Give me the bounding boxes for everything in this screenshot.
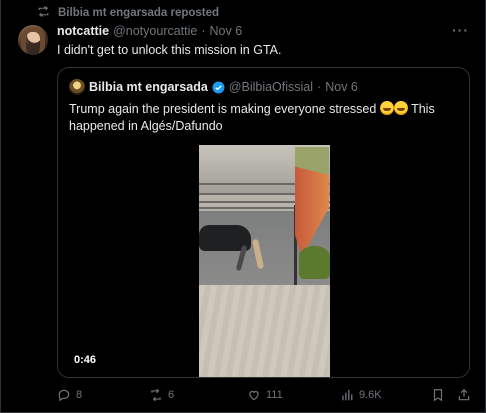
views-button[interactable]: 9.6K bbox=[340, 387, 382, 403]
repost-icon bbox=[37, 5, 50, 21]
video-frame[interactable] bbox=[199, 145, 330, 377]
bookmark-icon bbox=[433, 389, 443, 402]
quoted-tweet-header: Bilbia mt engarsada @BilbiaOfissial · No… bbox=[69, 79, 358, 95]
share-button[interactable] bbox=[457, 387, 471, 403]
verified-badge-icon bbox=[212, 81, 225, 93]
view-count: 9.6K bbox=[359, 389, 382, 401]
quoted-text-after-emoji: This bbox=[411, 102, 435, 116]
share-icon bbox=[458, 388, 470, 401]
rofl-emoji-icon bbox=[379, 101, 394, 115]
quoted-separator: · bbox=[317, 80, 322, 94]
reply-button[interactable]: 8 bbox=[57, 387, 82, 403]
rofl-emoji-icon bbox=[393, 101, 408, 115]
tweet-text: I didn't get to unlock this mission in G… bbox=[57, 43, 282, 57]
tweet-header: notcattie @notyourcattie · Nov 6 bbox=[57, 24, 242, 38]
like-count: 111 bbox=[266, 389, 283, 401]
action-bar: 8 6 111 9.6K bbox=[57, 387, 473, 403]
quoted-tweet-text: Trump again the president is making ever… bbox=[69, 101, 459, 135]
repost-indicator[interactable]: Bilbia mt engarsada reposted bbox=[37, 6, 219, 20]
repost-button[interactable]: 6 bbox=[149, 387, 174, 403]
like-button[interactable]: 111 bbox=[247, 387, 283, 403]
heart-icon bbox=[249, 390, 259, 401]
quoted-avatar[interactable] bbox=[69, 79, 85, 95]
repost-count: 6 bbox=[168, 389, 175, 401]
bookmark-button[interactable] bbox=[431, 387, 445, 403]
post-container: Bilbia mt engarsada reposted notcattie @… bbox=[0, 0, 486, 413]
reply-count: 8 bbox=[76, 389, 83, 401]
repost-label: Bilbia mt engarsada reposted bbox=[58, 7, 220, 19]
views-icon bbox=[342, 389, 353, 401]
quoted-author-name[interactable]: Bilbia mt engarsada bbox=[89, 80, 208, 94]
quoted-text-line1: Trump again the president is making ever… bbox=[69, 102, 377, 116]
tweet-date[interactable]: Nov 6 bbox=[210, 24, 243, 38]
repost-icon bbox=[151, 388, 161, 402]
separator: · bbox=[201, 24, 206, 38]
more-options-icon[interactable]: ··· bbox=[452, 22, 469, 38]
video-duration: 0:46 bbox=[74, 354, 97, 366]
quoted-author-handle[interactable]: @BilbiaOfissial bbox=[229, 80, 313, 94]
author-name[interactable]: notcattie bbox=[57, 24, 109, 38]
author-handle[interactable]: @notyourcattie bbox=[113, 24, 197, 38]
video-player[interactable]: 0:46 bbox=[58, 145, 469, 377]
quoted-text-line2: happened in Algés/Dafundo bbox=[69, 119, 223, 133]
quoted-tweet[interactable]: Bilbia mt engarsada @BilbiaOfissial · No… bbox=[57, 67, 470, 378]
quoted-date[interactable]: Nov 6 bbox=[325, 80, 358, 94]
avatar[interactable] bbox=[18, 25, 48, 55]
reply-icon bbox=[58, 389, 70, 402]
